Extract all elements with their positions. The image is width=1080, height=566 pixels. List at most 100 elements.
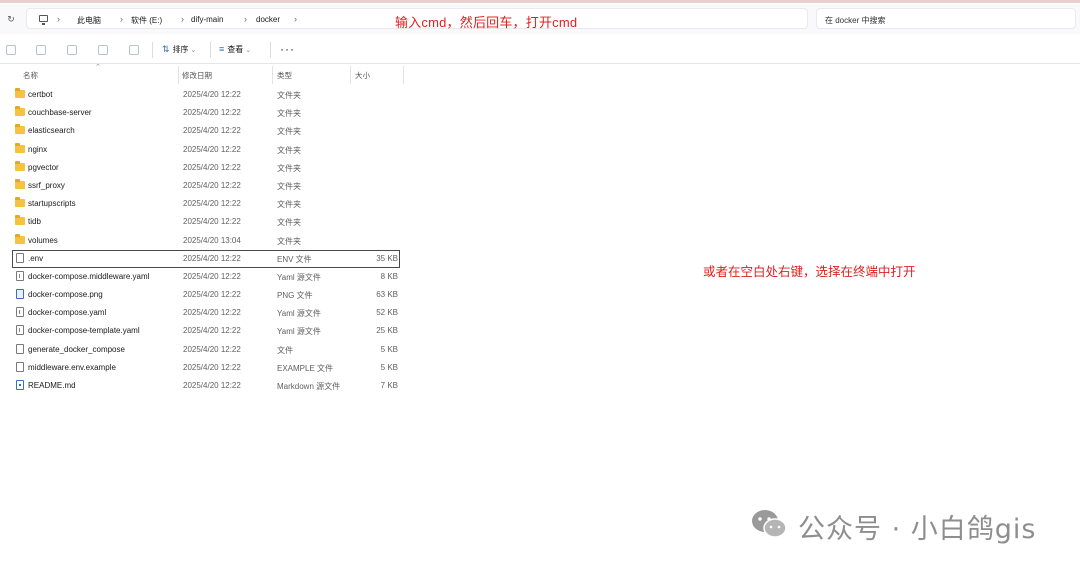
file-type: ENV 文件 <box>277 254 312 264</box>
share-icon[interactable] <box>98 45 108 55</box>
breadcrumb-dify-main[interactable]: dify-main <box>191 15 223 24</box>
column-divider[interactable] <box>272 66 273 84</box>
file-size: 63 KB <box>376 290 398 300</box>
list-item[interactable]: docker-compose.yaml 2025/4/20 12:22 Yaml 源… <box>0 304 410 322</box>
computer-icon[interactable] <box>39 15 48 25</box>
file-date: 2025/4/20 12:22 <box>183 144 241 154</box>
list-item[interactable]: certbot 2025/4/20 12:22 文件夹 <box>0 86 410 104</box>
more-options-button[interactable]: ··· <box>280 42 295 56</box>
chevron-right-icon[interactable]: › <box>244 14 247 24</box>
list-item[interactable]: generate_docker_compose 2025/4/20 12:22 文件… <box>0 341 410 359</box>
top-accent-line <box>0 0 1080 3</box>
view-label: 查看 <box>227 45 244 54</box>
list-item[interactable]: ssrf_proxy 2025/4/20 12:22 文件夹 <box>0 177 410 195</box>
paste-icon[interactable] <box>67 45 77 55</box>
chevron-down-icon: ⌄ <box>190 47 197 54</box>
file-name: docker-compose-template.yaml <box>28 326 140 336</box>
file-date: 2025/4/20 12:22 <box>183 162 241 172</box>
file-name: docker-compose.png <box>28 290 103 300</box>
column-header-size[interactable]: 大小 <box>355 70 370 81</box>
file-type: 文件夹 <box>277 200 301 210</box>
yaml-file-icon <box>16 325 24 336</box>
column-header-date[interactable]: 修改日期 <box>182 70 212 81</box>
file-date: 2025/4/20 12:22 <box>183 308 241 318</box>
folder-icon <box>15 160 25 171</box>
file-date: 2025/4/20 12:22 <box>183 217 241 227</box>
column-divider[interactable] <box>350 66 351 84</box>
delete-icon[interactable] <box>129 45 139 55</box>
annotation-top: 输入cmd，然后回车，打开cmd <box>395 15 578 30</box>
file-type: 文件夹 <box>277 181 301 191</box>
list-item[interactable]: middleware.env.example 2025/4/20 12:22 EXA… <box>0 359 410 377</box>
cut-icon[interactable] <box>6 45 16 55</box>
column-header-name[interactable]: 名称 <box>23 70 38 81</box>
file-size: 8 KB <box>380 271 398 281</box>
file-date: 2025/4/20 12:22 <box>183 199 241 209</box>
file-icon <box>16 343 24 354</box>
file-type: 文件 <box>277 345 293 355</box>
search-placeholder: 在 docker 中搜索 <box>825 16 886 25</box>
file-size: 7 KB <box>380 381 398 390</box>
file-name: docker-compose.yaml <box>28 308 107 318</box>
file-name: certbot <box>28 90 53 99</box>
list-item[interactable]: tidb 2025/4/20 12:22 文件夹 <box>0 213 410 231</box>
file-name: volumes <box>28 235 58 245</box>
list-item[interactable]: volumes 2025/4/20 13:04 文件夹 <box>0 232 410 250</box>
copy-icon[interactable] <box>36 45 46 55</box>
folder-icon <box>15 88 25 98</box>
file-size: 25 KB <box>376 326 398 336</box>
file-list: certbot 2025/4/20 12:22 文件夹 couchbase-serv… <box>0 86 410 395</box>
file-name: docker-compose.middleware.yaml <box>28 271 150 281</box>
breadcrumb-docker[interactable]: docker <box>256 15 280 24</box>
folder-icon <box>15 178 25 189</box>
chevron-right-icon[interactable]: › <box>294 14 297 24</box>
file-type: 文件夹 <box>277 109 301 119</box>
search-input[interactable]: 在 docker 中搜索 <box>816 8 1076 29</box>
file-name: elasticsearch <box>28 126 75 136</box>
list-item[interactable]: pgvector 2025/4/20 12:22 文件夹 <box>0 159 410 177</box>
list-item[interactable]: nginx 2025/4/20 12:22 文件夹 <box>0 141 410 159</box>
list-item-selected[interactable]: .env 2025/4/20 12:22 ENV 文件 35 KB <box>12 249 400 268</box>
folder-icon <box>15 197 25 208</box>
column-divider[interactable] <box>178 66 179 84</box>
file-date: 2025/4/20 12:22 <box>183 290 241 300</box>
folder-icon <box>15 106 25 117</box>
list-item[interactable]: docker-compose.png 2025/4/20 12:22 PNG 文件 6… <box>0 286 410 304</box>
sort-ascending-icon: ⌃ <box>95 64 101 71</box>
breadcrumb-drive[interactable]: 软件 (E:) <box>131 15 162 26</box>
file-type: Markdown 源文件 <box>277 382 341 391</box>
breadcrumb-this-pc[interactable]: 此电脑 <box>77 15 101 26</box>
command-bar: ⇅ 排序 ⌄ ≡ 查看 ⌄ ··· <box>0 36 1080 64</box>
file-date: 2025/4/20 12:22 <box>183 253 241 263</box>
list-item[interactable]: elasticsearch 2025/4/20 12:22 文件夹 <box>0 122 410 140</box>
sort-icon: ⇅ <box>162 44 170 54</box>
toolbar-divider <box>210 42 211 58</box>
list-item[interactable]: README.md 2025/4/20 12:22 Markdown 源文件 7 KB <box>0 377 410 395</box>
sort-button[interactable]: ⇅ 排序 ⌄ <box>162 44 196 55</box>
chevron-right-icon[interactable]: › <box>181 14 184 24</box>
file-name: nginx <box>28 144 48 154</box>
markdown-file-icon <box>16 380 24 390</box>
file-date: 2025/4/20 12:22 <box>183 180 241 190</box>
list-item[interactable]: docker-compose.middleware.yaml 2025/4/20 … <box>0 268 410 286</box>
toolbar-divider <box>152 42 153 58</box>
list-item[interactable]: startupscripts 2025/4/20 12:22 文件夹 <box>0 195 410 213</box>
list-item[interactable]: couchbase-server 2025/4/20 12:22 文件夹 <box>0 104 410 122</box>
chevron-down-icon: ⌄ <box>245 47 252 54</box>
sort-label: 排序 <box>172 45 189 54</box>
file-type: 文件夹 <box>277 163 301 173</box>
file-type: EXAMPLE 文件 <box>277 363 334 373</box>
column-header-type[interactable]: 类型 <box>277 70 292 81</box>
watermark-text: 公众号 · 小白鸽gis <box>798 514 1037 545</box>
column-divider[interactable] <box>403 66 404 84</box>
view-button[interactable]: ≡ 查看 ⌄ <box>219 44 251 55</box>
toolbar-divider <box>270 42 271 58</box>
refresh-icon[interactable]: ↻ <box>6 14 16 24</box>
yaml-file-icon <box>16 270 24 281</box>
chevron-right-icon[interactable]: › <box>120 14 123 24</box>
file-size: 5 KB <box>380 362 398 372</box>
file-date: 2025/4/20 12:22 <box>183 381 241 390</box>
list-item[interactable]: docker-compose-template.yaml 2025/4/20 12… <box>0 322 410 340</box>
file-type: Yaml 源文件 <box>277 327 321 337</box>
chevron-right-icon[interactable]: › <box>57 14 60 24</box>
